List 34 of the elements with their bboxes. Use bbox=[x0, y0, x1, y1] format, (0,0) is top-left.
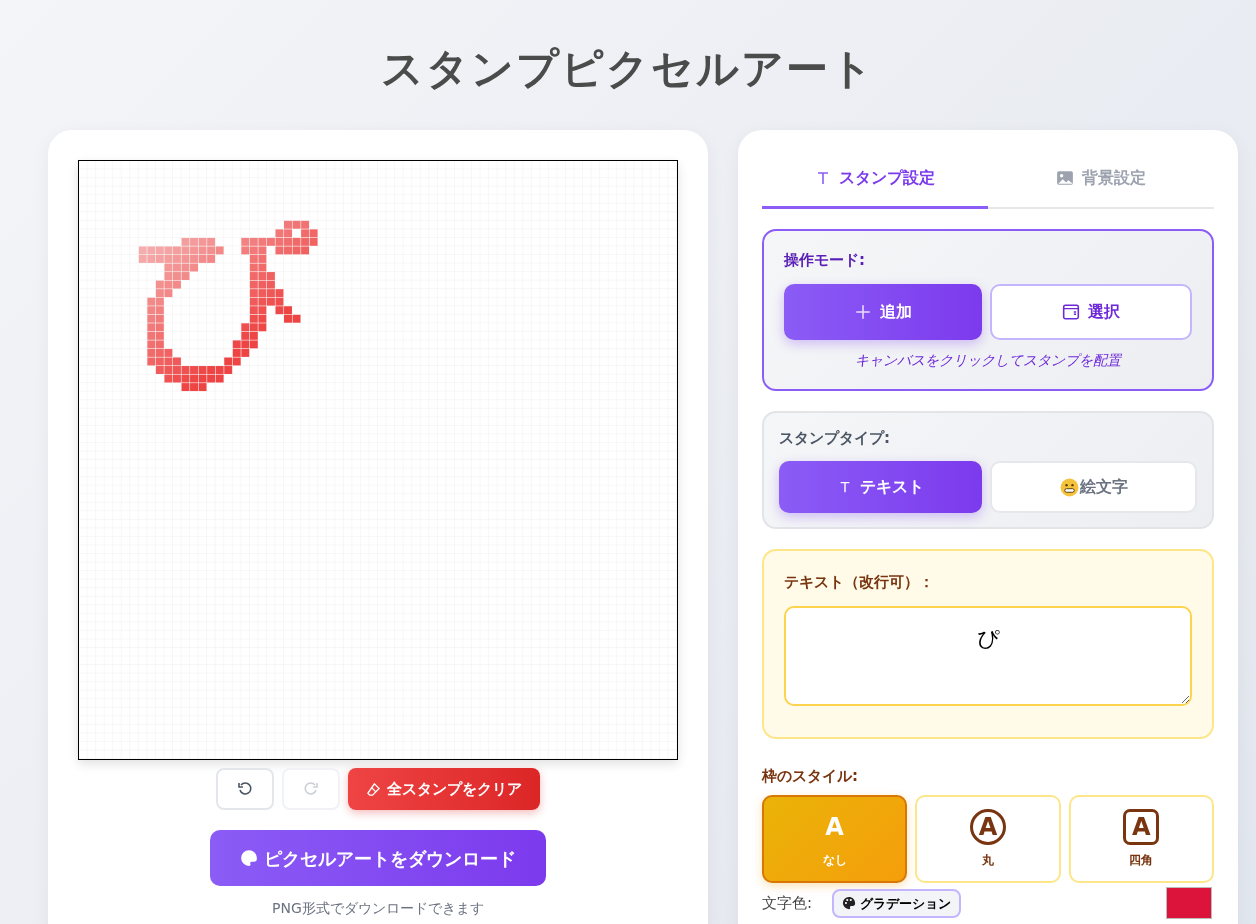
image-icon bbox=[1056, 169, 1074, 188]
page-title: スタンプピクセルアート bbox=[380, 43, 876, 95]
letter-sample: A bbox=[824, 812, 845, 844]
color-swatch[interactable] bbox=[1166, 887, 1212, 920]
pixel-canvas[interactable] bbox=[78, 160, 678, 761]
circled-letter-icon: A bbox=[970, 809, 1006, 846]
clear-stamps-button[interactable]: 全スタンプをクリア bbox=[348, 768, 540, 811]
stamp-type-label: スタンプタイプ: bbox=[779, 427, 891, 449]
boxed-letter-icon: A bbox=[1123, 809, 1160, 846]
smiley-icon bbox=[1059, 477, 1079, 497]
stamp-type-option[interactable]: 絵文字 bbox=[990, 461, 1197, 514]
undo-button[interactable] bbox=[216, 768, 274, 811]
text-input-field[interactable]: ぴ bbox=[784, 605, 1192, 706]
mode-label: 操作モード: bbox=[784, 250, 866, 272]
undo-icon bbox=[237, 781, 253, 798]
stamp-type-option[interactable]: テキスト bbox=[779, 461, 982, 514]
text-label: テキスト（改行可）： bbox=[784, 572, 935, 594]
eraser-icon bbox=[366, 781, 381, 797]
tab[interactable]: 背景設定 bbox=[988, 152, 1214, 210]
download-button[interactable]: ピクセルアートをダウンロード bbox=[210, 830, 546, 887]
redo-icon bbox=[303, 781, 319, 798]
window-icon bbox=[1062, 302, 1080, 321]
gradient-button[interactable]: グラデーション bbox=[832, 888, 962, 919]
plus-icon bbox=[854, 302, 872, 321]
text-color-label: 文字色: bbox=[762, 893, 813, 915]
frame-style-option[interactable]: A 丸 bbox=[915, 795, 1061, 884]
download-note: PNG形式でダウンロードできます bbox=[272, 899, 484, 919]
text-icon bbox=[815, 170, 831, 187]
mode-option[interactable]: 選択 bbox=[990, 283, 1192, 340]
mode-hint: キャンバスをクリックしてスタンプを配置 bbox=[854, 350, 1123, 370]
tab[interactable]: スタンプ設定 bbox=[762, 152, 988, 210]
frame-style-label: 枠のスタイル: bbox=[762, 765, 859, 787]
mode-option[interactable]: 追加 bbox=[784, 283, 982, 340]
frame-style-option[interactable]: A 四角 bbox=[1068, 795, 1214, 884]
